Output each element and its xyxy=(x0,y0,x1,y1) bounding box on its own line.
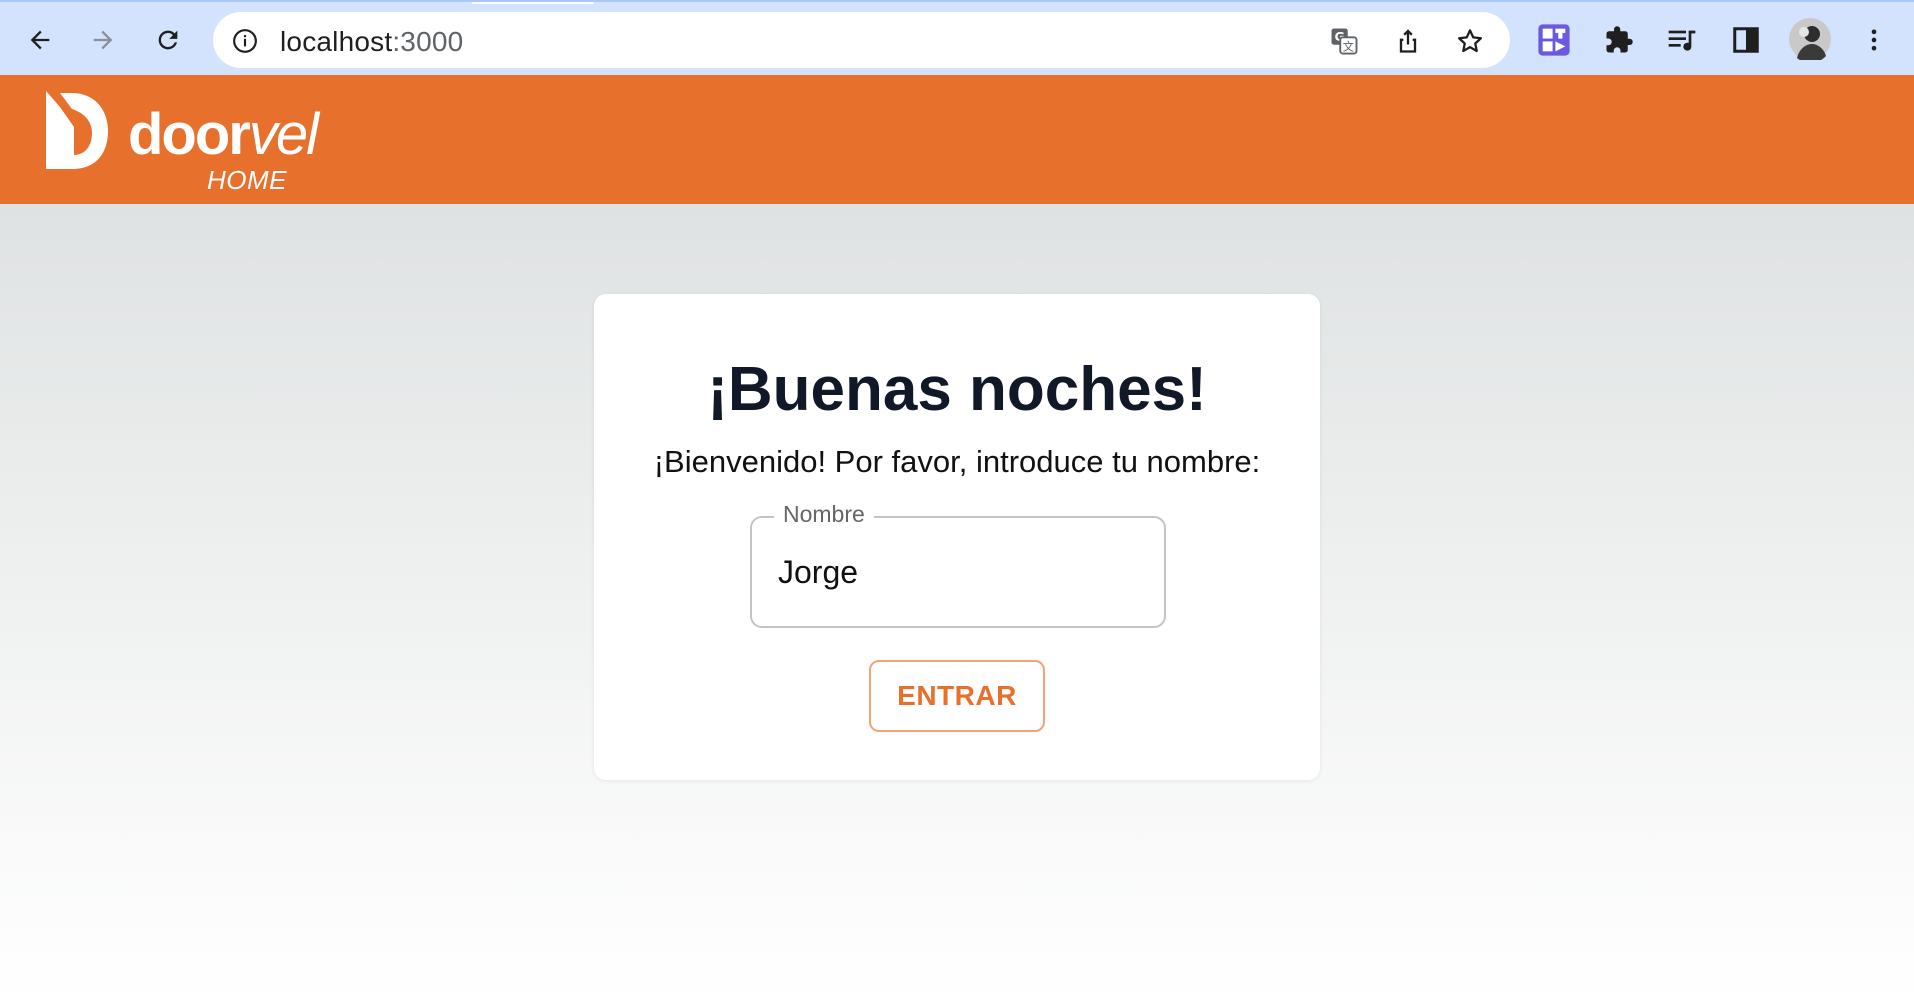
welcome-text: ¡Bienvenido! Por favor, introduce tu nom… xyxy=(653,444,1261,479)
side-panel-icon xyxy=(1733,27,1759,53)
main-content: ¡Buenas noches! ¡Bienvenido! Por favor, … xyxy=(0,204,1914,1000)
reload-button[interactable] xyxy=(146,18,190,62)
puzzle-icon xyxy=(1606,26,1633,53)
logo-wordmark: doorvel xyxy=(128,101,319,168)
name-field[interactable]: Nombre xyxy=(750,501,1166,628)
logo-subtitle: HOME xyxy=(207,165,287,195)
logo[interactable]: doorvel HOME xyxy=(42,87,319,195)
forward-arrow-icon xyxy=(93,30,113,50)
profile-button[interactable] xyxy=(1789,18,1831,60)
translate-button[interactable]: G 文 xyxy=(1327,24,1361,58)
logo-word-light: vel xyxy=(248,102,319,167)
extension-app-button[interactable] xyxy=(1534,20,1574,60)
back-button[interactable] xyxy=(18,18,62,62)
name-field-label: Nombre xyxy=(774,501,874,528)
enter-button[interactable]: ENTRAR xyxy=(869,660,1045,732)
share-icon xyxy=(1399,29,1417,53)
bookmark-button[interactable] xyxy=(1453,24,1487,58)
extension-app-icon xyxy=(1538,24,1570,56)
extensions-button[interactable] xyxy=(1599,20,1639,60)
side-panel-button[interactable] xyxy=(1726,20,1766,60)
app-header: doorvel HOME xyxy=(0,75,1914,204)
page-title: ¡Buenas noches! xyxy=(707,355,1207,424)
logo-word-bold: door xyxy=(128,102,251,167)
menu-button[interactable] xyxy=(1854,20,1894,60)
tab-accent xyxy=(472,2,594,4)
name-input[interactable] xyxy=(778,552,1138,592)
address-bar[interactable]: localhost:3000 G 文 xyxy=(213,12,1510,68)
welcome-card: ¡Buenas noches! ¡Bienvenido! Por favor, … xyxy=(594,294,1320,780)
kebab-menu-icon xyxy=(1871,29,1877,51)
browser-toolbar: localhost:3000 G 文 xyxy=(0,0,1914,75)
star-icon xyxy=(1458,29,1482,53)
reload-icon xyxy=(158,30,178,50)
logo-door-icon xyxy=(46,91,108,169)
info-icon[interactable] xyxy=(232,28,258,54)
url-text[interactable]: localhost:3000 xyxy=(280,26,463,58)
back-arrow-icon xyxy=(30,30,50,50)
translate-icon: G 文 xyxy=(1331,28,1358,55)
url-host: localhost xyxy=(280,26,393,57)
media-queue-icon xyxy=(1668,30,1696,51)
avatar xyxy=(1789,18,1831,60)
share-button[interactable] xyxy=(1391,24,1425,58)
media-button[interactable] xyxy=(1662,20,1702,60)
url-port: :3000 xyxy=(392,26,464,57)
forward-button[interactable] xyxy=(81,18,125,62)
svg-text:文: 文 xyxy=(1343,39,1354,53)
